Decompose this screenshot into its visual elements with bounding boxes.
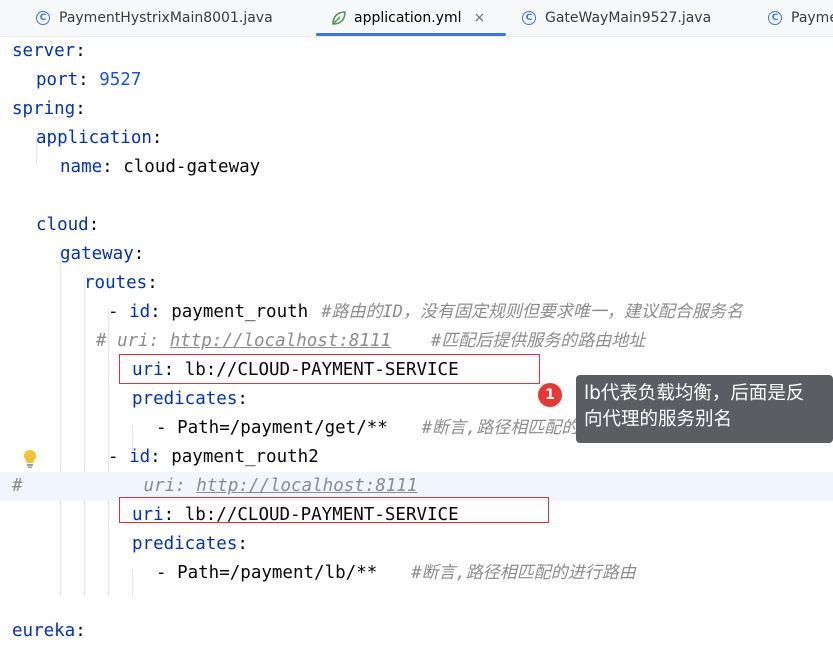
yaml-dash: - (108, 302, 130, 322)
url-link[interactable]: http://localhost:8111 (170, 331, 391, 351)
code-line: spring: (0, 95, 833, 124)
tooltip-line: 向代理的服务别名 (584, 409, 733, 430)
tab-label: application.yml (354, 10, 462, 26)
yaml-key: uri (117, 331, 149, 351)
yaml-colon: : (147, 273, 158, 293)
yaml-key: application (36, 128, 152, 148)
yaml-dash: - (156, 563, 178, 583)
tab-label: PaymentHystrixMain8001.java (59, 10, 273, 26)
yaml-colon: : (237, 389, 248, 409)
yaml-key: uri (143, 476, 176, 496)
class-icon: C (522, 11, 536, 25)
yaml-key: predicates (132, 534, 238, 554)
highlight-box (119, 497, 549, 523)
yaml-key: id (129, 302, 151, 322)
yaml-colon: : (88, 215, 100, 235)
tab-payment-hystrix-main[interactable]: C PaymentHystrixMain8001.java (36, 0, 273, 36)
annotation-tooltip: lb代表负载均衡，后面是反 向代理的服务别名 (576, 375, 833, 443)
yaml-colon: : (75, 621, 86, 641)
code-line: port: 9527 (0, 66, 833, 95)
code-line: eureka: (0, 617, 833, 646)
editor-tab-bar: C PaymentHystrixMain8001.java applicatio… (0, 0, 833, 37)
yaml-colon: : (151, 128, 163, 148)
yaml-colon: : (150, 302, 172, 322)
yaml-key: gateway (60, 244, 134, 264)
yaml-value: payment_routh2 (171, 447, 319, 467)
yaml-colon: : (148, 331, 170, 351)
yaml-dash: - (156, 418, 178, 438)
yaml-key: predicates (132, 389, 238, 409)
yaml-colon: : (78, 70, 100, 90)
annotation-number-badge: 1 (538, 383, 562, 407)
yaml-key: routes (84, 273, 148, 293)
yaml-colon: : (175, 476, 197, 496)
close-tab-icon[interactable]: × (474, 10, 486, 26)
url-link[interactable]: http://localhost:8111 (196, 476, 417, 496)
code-line: gateway: (0, 240, 833, 269)
code-line: cloud: (0, 211, 833, 240)
code-line: - Path=/payment/lb/** #断言,路径相匹配的进行路由 (0, 559, 833, 588)
yaml-key: id (129, 447, 151, 467)
code-line: server: (0, 37, 833, 66)
yaml-value: payment_routh (171, 302, 309, 322)
tab-label: GateWayMain9527.java (545, 10, 712, 26)
highlight-box (119, 354, 540, 384)
code-line: application: (0, 124, 833, 153)
yaml-comment: #匹配后提供服务的路由地址 (431, 331, 646, 351)
yaml-key: port (36, 70, 79, 90)
code-line: predicates: (0, 530, 833, 559)
yaml-dash: - (108, 447, 130, 467)
lightbulb-icon[interactable] (22, 449, 38, 469)
comment-hash: # (96, 331, 118, 351)
class-icon: C (36, 11, 50, 25)
yaml-colon: : (75, 99, 86, 119)
yaml-value: cloud-gateway (123, 157, 261, 177)
code-line: # uri: http://localhost:8111 #匹配后提供服务的路由地… (0, 327, 833, 356)
code-line: - id: payment_routh #路由的ID，没有固定规则但要求唯一，建议… (0, 298, 833, 327)
tab-application-yml[interactable]: application.yml × (316, 0, 506, 36)
yaml-colon: : (237, 534, 248, 554)
comment-hash: # (12, 476, 23, 496)
yaml-value: Path=/payment/lb/** (177, 563, 378, 583)
yaml-key: cloud (36, 215, 89, 235)
yaml-value: 9527 (99, 70, 142, 90)
active-tab-indicator (316, 33, 506, 36)
yaml-value: Path=/payment/get/** (177, 418, 388, 438)
spring-leaf-icon (332, 11, 346, 25)
tab-gateway-main[interactable]: C GateWayMain9527.java (522, 0, 711, 36)
tooltip-line: lb代表负载均衡，后面是反 (584, 383, 805, 404)
tab-payment-partial[interactable]: C Payme (768, 0, 833, 36)
code-line: name: cloud-gateway (0, 153, 833, 182)
yaml-colon: : (133, 244, 145, 264)
code-line: routes: (0, 269, 833, 298)
yaml-key: server (12, 41, 76, 61)
yaml-colon: : (75, 41, 86, 61)
code-editor[interactable]: server: port: 9527 spring: application: … (0, 37, 833, 641)
yaml-comment: #断言,路径相匹配的进行路由 (411, 563, 636, 583)
yaml-comment: #路由的ID，没有固定规则但要求唯一，建议配合服务名 (321, 302, 743, 322)
tab-label: Payme (791, 10, 833, 26)
yaml-key: eureka (12, 621, 76, 641)
yaml-key: spring (12, 99, 76, 119)
code-line: - id: payment_routh2 (0, 443, 833, 472)
yaml-colon: : (150, 447, 172, 467)
yaml-key: name (60, 157, 103, 177)
class-icon: C (768, 11, 782, 25)
yaml-colon: : (102, 157, 124, 177)
